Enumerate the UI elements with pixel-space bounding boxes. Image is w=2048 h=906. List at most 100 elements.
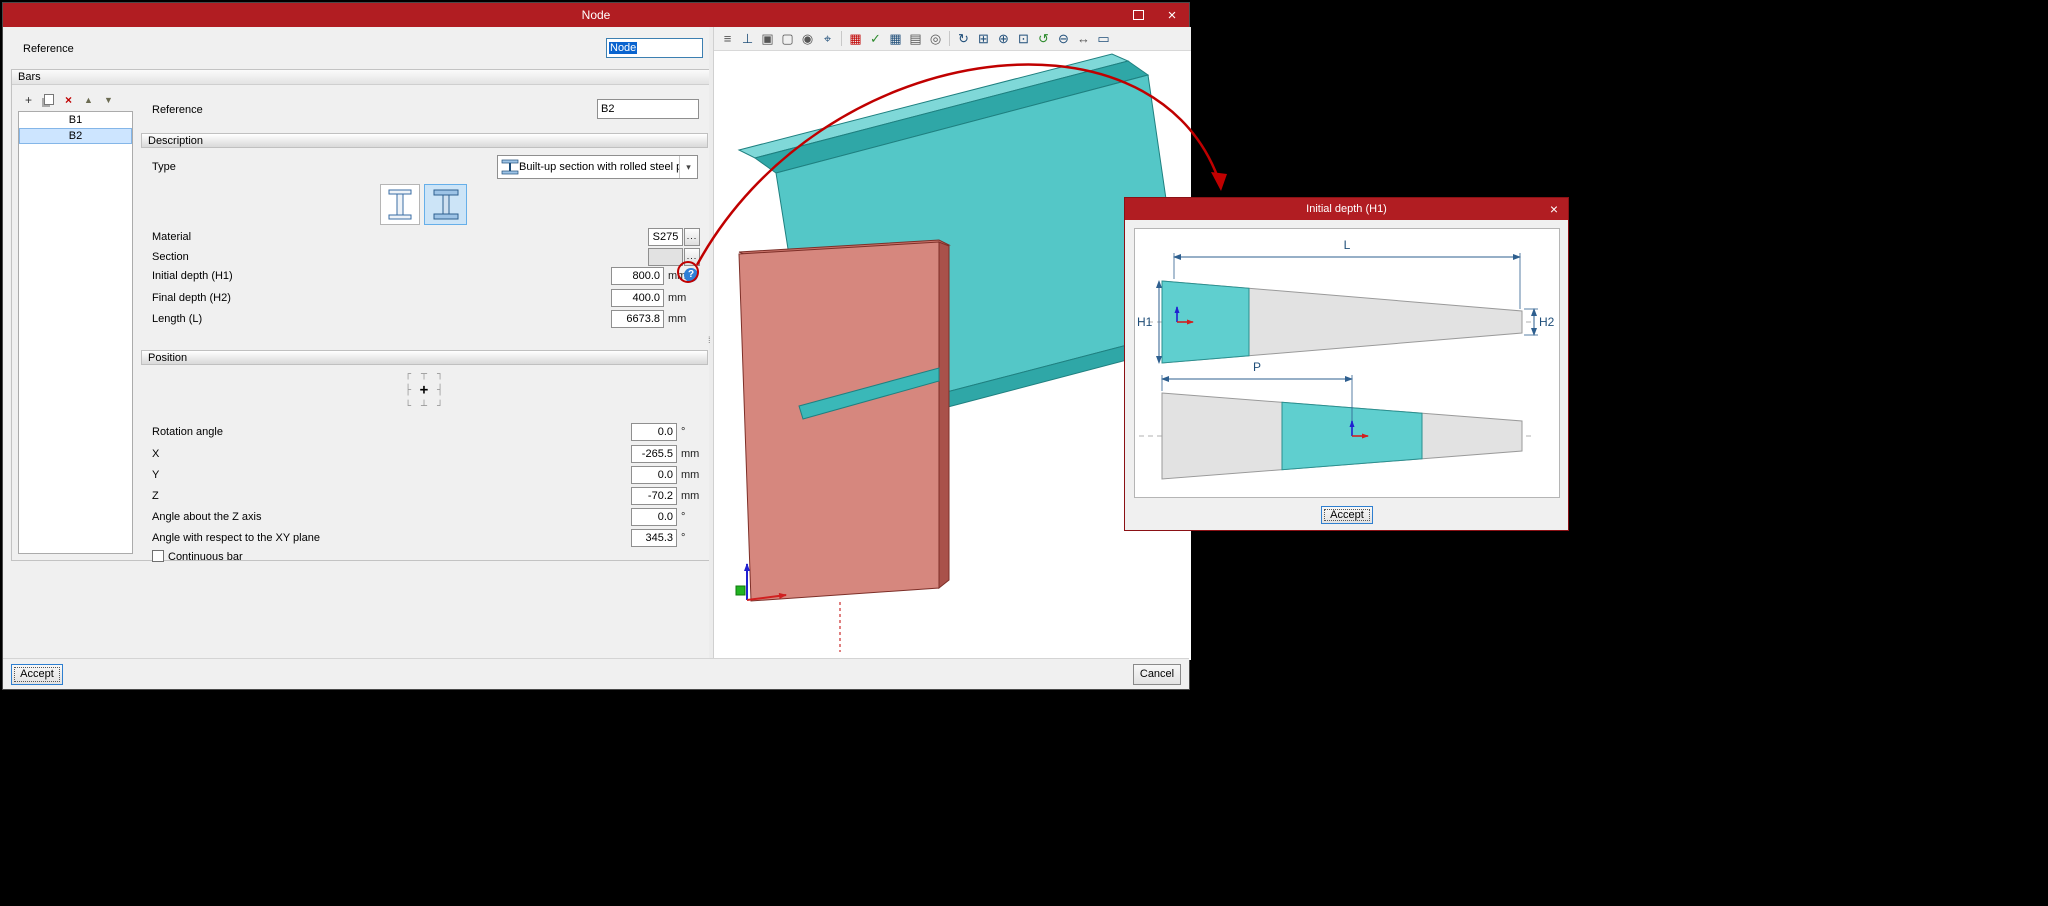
angle-xy-label: Angle with respect to the XY plane [152, 532, 320, 544]
solid-view-icon[interactable]: ▣ [759, 30, 776, 47]
x-input[interactable] [631, 445, 677, 463]
restore-button[interactable] [1121, 3, 1155, 27]
column-3d[interactable] [739, 240, 949, 601]
accept-button[interactable]: Accept [11, 664, 63, 685]
zoom-out-icon[interactable]: ⊖ [1055, 30, 1072, 47]
position-cell-tc[interactable]: ┬ [416, 366, 432, 382]
material-label: Material [152, 231, 191, 243]
zoom-in-icon[interactable]: ⊕ [995, 30, 1012, 47]
dialog-close-button[interactable]: × [1540, 198, 1568, 220]
position-cell-tl[interactable]: ┌ [400, 366, 416, 382]
window-titlebar[interactable]: Node × [3, 3, 1189, 27]
plumb-line-icon[interactable]: ⊥ [739, 30, 756, 47]
report-table-icon[interactable]: ▦ [847, 30, 864, 47]
model-canvas[interactable] [714, 50, 1190, 660]
rotation-angle-input[interactable] [631, 423, 677, 441]
zoom-extents-icon[interactable]: ⊞ [975, 30, 992, 47]
viewport[interactable]: ≡ ⊥ ▣ ▢ ◉ ⌖ ▦ ✓ ▦ ▤ ◎ ↻ ⊞ ⊕ ⊡ ↺ ⊖ ↔ ▭ [713, 27, 1191, 660]
y-unit: mm [681, 469, 699, 481]
visibility-icon[interactable]: ◉ [799, 30, 816, 47]
node-reference-input[interactable]: Node [606, 38, 703, 58]
material-value: S275 [648, 228, 683, 246]
check-table-icon[interactable]: ✓ [867, 30, 884, 47]
bar-reference-input[interactable] [597, 99, 699, 119]
position-cell-ml[interactable]: ├ [400, 382, 416, 398]
y-label: Y [152, 469, 159, 481]
delete-bar-button[interactable]: × [61, 92, 76, 107]
final-depth-unit: mm [668, 292, 686, 304]
z-label: Z [152, 490, 159, 502]
bars-group: Bars + × ▲ ▼ B1 B2 Reference Description… [11, 69, 711, 561]
position-cell-tr[interactable]: ┐ [432, 366, 448, 382]
dialog-titlebar[interactable]: Initial depth (H1) × [1125, 198, 1568, 220]
node-window: Node × Reference Node Bars + × ▲ ▼ B1 B2… [2, 2, 1190, 690]
footer-bar: Accept Cancel [3, 658, 1189, 689]
builtup-i-section-icon [432, 189, 460, 220]
pan-icon[interactable]: ↔ [1075, 30, 1092, 47]
close-button[interactable]: × [1155, 3, 1189, 27]
move-down-button[interactable]: ▼ [101, 92, 116, 107]
orbit-icon[interactable]: ↻ [955, 30, 972, 47]
bar-reference-label: Reference [152, 104, 203, 116]
description-header: Description [141, 133, 708, 148]
builtup-section-button[interactable] [424, 184, 467, 225]
position-cell-mr[interactable]: ┤ [432, 382, 448, 398]
section-type-icon [501, 159, 519, 175]
zoom-window-icon[interactable]: ⊡ [1015, 30, 1032, 47]
display-options-icon[interactable]: ≡ [719, 30, 736, 47]
angle-xy-unit: ° [681, 532, 685, 544]
welded-section-button[interactable] [380, 184, 420, 225]
initial-depth-label: Initial depth (H1) [152, 270, 233, 282]
section-type-dropdown[interactable]: Built-up section with rolled steel plate… [497, 155, 698, 179]
bar-list-item-b2[interactable]: B2 [19, 128, 132, 144]
snapshot-icon[interactable]: ▭ [1095, 30, 1112, 47]
data-table-icon[interactable]: ▦ [887, 30, 904, 47]
continuous-bar-checkbox[interactable] [152, 550, 164, 562]
material-browse-button[interactable]: ... [684, 228, 700, 246]
initial-depth-input[interactable] [611, 267, 664, 285]
section-label: Section [152, 251, 189, 263]
l-dimension-label: L [1344, 238, 1351, 252]
dialog-title: Initial depth (H1) [1153, 203, 1540, 215]
p-dimension-label: P [1253, 360, 1261, 374]
continuous-bar-label: Continuous bar [168, 551, 243, 563]
bars-list: B1 B2 [18, 111, 133, 554]
splitter-handle[interactable]: ⁞ [708, 335, 711, 345]
cancel-button[interactable]: Cancel [1133, 664, 1181, 685]
redraw-icon[interactable]: ↺ [1035, 30, 1052, 47]
angle-z-input[interactable] [631, 508, 677, 526]
toolbar-separator [841, 31, 842, 46]
angle-xy-input[interactable] [631, 529, 677, 547]
dialog-diagram-panel: L H1 H2 P [1134, 228, 1560, 498]
position-cell-bl[interactable]: └ [400, 398, 416, 414]
toolbar-separator [949, 31, 950, 46]
add-bar-button[interactable]: + [21, 92, 36, 107]
wireframe-view-icon[interactable]: ▢ [779, 30, 796, 47]
help-icon[interactable]: ? [684, 268, 698, 282]
x-label: X [152, 448, 159, 460]
bar-list-item-b1[interactable]: B1 [19, 112, 132, 128]
move-up-button[interactable]: ▲ [81, 92, 96, 107]
section-type-value: Built-up section with rolled steel plate… [519, 161, 679, 173]
dialog-accept-button[interactable]: Accept [1321, 506, 1373, 524]
position-cell-bc[interactable]: ┴ [416, 398, 432, 414]
hide-elements-icon[interactable]: ◎ [927, 30, 944, 47]
h1-dimension-label: H1 [1137, 315, 1153, 329]
position-cell-br[interactable]: ┘ [432, 398, 448, 414]
axes-icon[interactable]: ⌖ [819, 30, 836, 47]
section-browse-button[interactable]: ... [684, 248, 700, 266]
z-input[interactable] [631, 487, 677, 505]
final-depth-input[interactable] [611, 289, 664, 307]
copy-bar-button[interactable] [41, 92, 56, 107]
length-unit: mm [668, 313, 686, 325]
position-cell-center[interactable]: + [416, 382, 432, 398]
z-unit: mm [681, 490, 699, 502]
top-beam-h1-zone [1162, 281, 1249, 363]
node-reference-value: Node [609, 42, 637, 54]
y-input[interactable] [631, 466, 677, 484]
grid-icon[interactable]: ▤ [907, 30, 924, 47]
length-input[interactable] [611, 310, 664, 328]
depth-diagram: L H1 H2 P [1135, 229, 1559, 497]
angle-z-unit: ° [681, 511, 685, 523]
position-selector[interactable]: ┌ ┬ ┐ ├ + ┤ └ ┴ ┘ [400, 366, 448, 414]
